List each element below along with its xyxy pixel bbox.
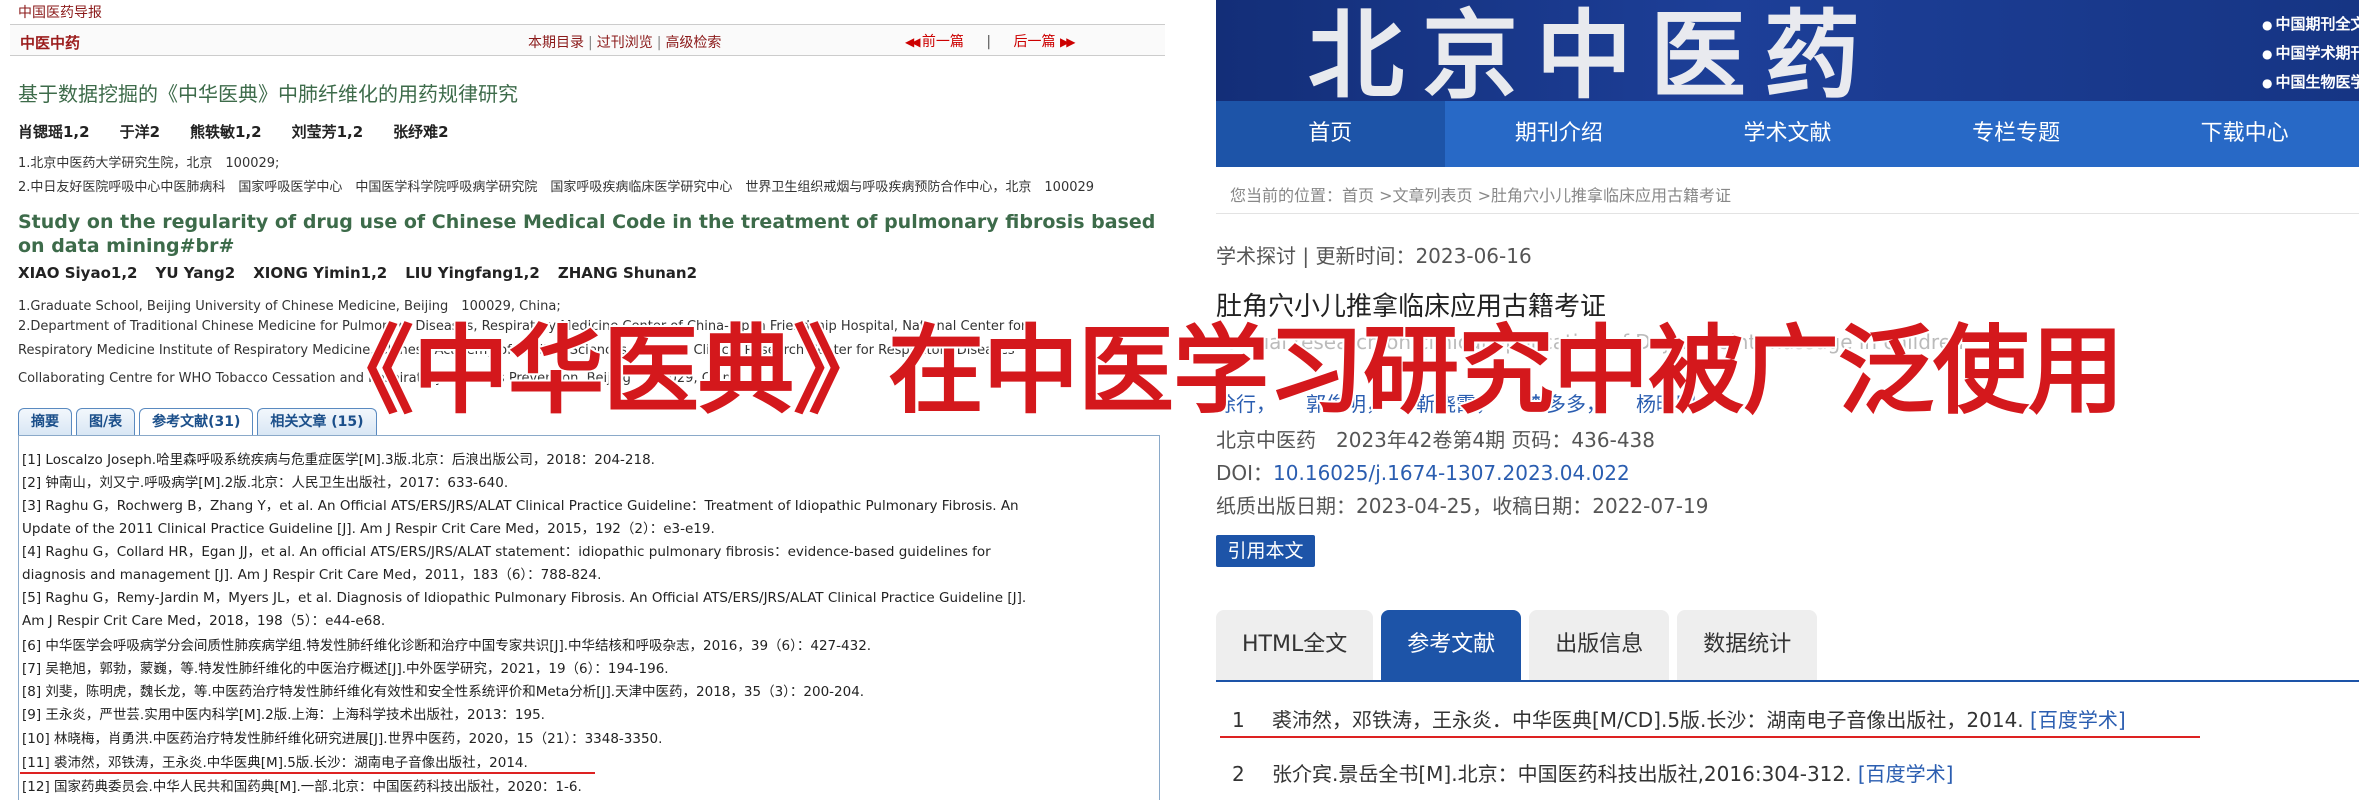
reference-item: [5] Raghu G，Remy-Jardin M，Myers JL，et al…	[22, 590, 1027, 606]
author-link[interactable]: XIAO Siyao1,2	[18, 264, 137, 282]
past-issues-link[interactable]: 过刊浏览	[597, 35, 653, 51]
author-link[interactable]: 肖锶瑶1,2	[18, 123, 90, 141]
affiliation-cn-1: 1.北京中医药大学研究生院，北京 100029;	[18, 156, 280, 171]
authors-cn: 肖锶瑶1,2 于洋2 熊轶敏1,2 刘莹芳1,2 张纾难2	[18, 121, 479, 142]
breadcrumb: 您当前的位置：首页 >文章列表页 >肚角穴小儿推拿临床应用古籍考证	[1230, 186, 1731, 205]
reference-item: [7] 吴艳旭，郭勃，蒙巍，等.特发性肺纤维化的中医治疗概述[J].中外医学研究…	[22, 661, 669, 677]
doi-line: DOI：10.16025/j.1674-1307.2023.04.022	[1216, 457, 1630, 486]
banner-index-item: 中国学术期刊综	[2262, 39, 2359, 68]
banner-index-item: 中国期刊全文数	[2262, 10, 2359, 39]
reference-item: diagnosis and management [J]. Am J Respi…	[22, 567, 602, 583]
author-link[interactable]: XIONG Yimin1,2	[253, 264, 387, 282]
doi-label: DOI：	[1216, 461, 1274, 485]
journal-toolbar: 中医中药 本期目录 | 过刊浏览 | 高级检索 ◀◀ 前一篇 | 后一篇 ▶▶	[10, 24, 1165, 56]
nav-download-center[interactable]: 下载中心	[2130, 101, 2359, 167]
authors-en: XIAO Siyao1,2 YU Yang2 XIONG Yimin1,2 LIU Y…	[18, 264, 715, 282]
tab-html-fulltext[interactable]: HTML全文	[1216, 610, 1374, 680]
article-title-en: Study on the regularity of drug use of C…	[18, 211, 1156, 257]
reference-item: [9] 王永炎，严世芸.实用中医内科学[M].2版.上海：上海科学技术出版社，2…	[22, 707, 545, 723]
reference-item-highlighted: 1 裘沛然，邓铁涛，王永炎．中华医典[M/CD].5版.长沙：湖南电子音像出版社，…	[1232, 704, 2126, 733]
author-link[interactable]: 熊轶敏1,2	[190, 123, 262, 141]
reference-text: 裘沛然，邓铁涛，王永炎．中华医典[M/CD].5版.长沙：湖南电子音像出版社，2…	[1272, 708, 2031, 732]
current-issue-link[interactable]: 本期目录	[528, 35, 584, 51]
reference-item: [1] Loscalzo Joseph.哈里森呼吸系统疾病与危重症医学[M].3…	[22, 452, 655, 468]
reference-item-highlighted: [11] 裘沛然，邓铁涛，王永炎.中华医典[M].5版.长沙：湖南电子音像出版社…	[22, 755, 528, 771]
author-link[interactable]: ZHANG Shunan2	[558, 264, 697, 282]
reference-text: 张介宾.景岳全书[M].北京：中国医药科技出版社,2016:304-312.	[1272, 762, 1858, 786]
main-nav: 首页 期刊介绍 学术文献 专栏专题 下载中心	[1216, 101, 2359, 167]
reference-item: [3] Raghu G，Rochwerg B，Zhang Y，et al. An…	[22, 498, 1019, 514]
author-link[interactable]: 于洋2	[120, 123, 160, 141]
author-link[interactable]: 刘莹芳1,2	[292, 123, 364, 141]
banner-logo-text: 北京中医药	[1308, 0, 1878, 101]
article-title-cn: 基于数据挖掘的《中华医典》中肺纤维化的用药规律研究	[18, 82, 518, 106]
publication-dates: 纸质出版日期：2023-04-25，收稿日期：2022-07-19	[1216, 494, 1709, 518]
author-link[interactable]: 张纾难2	[393, 123, 448, 141]
reference-item: Update of the 2011 Clinical Practice Gui…	[22, 521, 715, 537]
reference-item: Am J Respir Crit Care Med，2018，198（5）：e4…	[22, 613, 386, 629]
toolbar-links: 本期目录 | 过刊浏览 | 高级检索	[528, 35, 722, 51]
affiliation-cn-2: 2.中日友好医院呼吸中心中医肺病科 国家呼吸医学中心 中国医学科学院呼吸病学研究…	[18, 180, 1095, 195]
prev-article-link[interactable]: 前一篇	[922, 34, 964, 50]
reference-number: 1	[1232, 708, 1245, 732]
baidu-scholar-link[interactable]: [百度学术]	[2030, 708, 2126, 732]
overlay-caption: 《中华医典》在中医学习研究中被广泛使用	[316, 313, 2126, 429]
banner-index-list: 中国期刊全文数 中国学术期刊综 中国生物医学文	[2262, 10, 2359, 97]
doi-link[interactable]: 10.16025/j.1674-1307.2023.04.022	[1273, 461, 1630, 485]
prev-arrow-icon: ◀◀	[905, 35, 921, 49]
tab-abstract[interactable]: 摘要	[18, 408, 72, 436]
nav-special-topics[interactable]: 专栏专题	[1902, 101, 2131, 167]
article-meta: 学术探讨 | 更新时间：2023-06-16	[1216, 244, 1532, 268]
highlight-underline	[20, 772, 595, 774]
tab-figures[interactable]: 图/表	[76, 408, 136, 436]
reference-item: [4] Raghu G，Collard HR，Egan JJ，et al. An…	[22, 544, 991, 560]
nav-journal-intro[interactable]: 期刊介绍	[1445, 101, 1674, 167]
nav-academic-literature[interactable]: 学术文献	[1673, 101, 1902, 167]
article-pager: ◀◀ 前一篇 | 后一篇 ▶▶	[905, 34, 1076, 50]
reference-item: [10] 林晓梅，肖勇洪.中医药治疗特发性肺纤维化研究进展[J].世界中医药，2…	[22, 731, 663, 747]
reference-item: [8] 刘斐，陈明虎，魏长龙，等.中医药治疗特发性肺纤维化有效性和安全性系统评价…	[22, 684, 865, 700]
tab-references[interactable]: 参考文献	[1381, 610, 1522, 680]
divider	[1216, 213, 2359, 214]
reference-item: [6] 中华医学会呼吸病学分会间质性肺疾病学组.特发性肺纤维化诊断和治疗中国专家…	[22, 638, 872, 654]
reference-number: 2	[1232, 762, 1245, 786]
tab-underline	[1216, 680, 2359, 682]
next-article-link[interactable]: 后一篇	[1014, 34, 1056, 50]
tab-statistics[interactable]: 数据统计	[1677, 610, 1818, 680]
banner-index-item: 中国生物医学文	[2262, 68, 2359, 97]
journal-section-name: 中医中药	[20, 34, 81, 52]
cite-article-button[interactable]: 引用本文	[1216, 535, 1315, 567]
site-name[interactable]: 中国医药导报	[18, 2, 102, 22]
author-link[interactable]: YU Yang2	[155, 264, 235, 282]
tab-references[interactable]: 参考文献(31)	[139, 408, 254, 436]
advanced-search-link[interactable]: 高级检索	[665, 35, 721, 51]
reference-item: [2] 钟南山，刘又宁.呼吸病学[M].2版.北京：人民卫生出版社，2017：6…	[22, 475, 509, 491]
reference-item: [12] 国家药典委员会.中华人民共和国药典[M].一部.北京：中国医药科技出版…	[22, 779, 582, 795]
reference-item: 2 张介宾.景岳全书[M].北京：中国医药科技出版社,2016:304-312. …	[1232, 758, 1953, 787]
baidu-scholar-link[interactable]: [百度学术]	[1858, 762, 1954, 786]
nav-home[interactable]: 首页	[1216, 101, 1445, 167]
highlight-underline	[1220, 736, 2200, 738]
tab-publication-info[interactable]: 出版信息	[1529, 610, 1670, 680]
site-banner: 北京中医药 中国期刊全文数 中国学术期刊综 中国生物医学文	[1216, 0, 2359, 101]
content-tabs: HTML全文 参考文献 出版信息 数据统计	[1216, 610, 1825, 680]
next-arrow-icon: ▶▶	[1060, 35, 1076, 49]
author-link[interactable]: LIU Yingfang1,2	[405, 264, 540, 282]
